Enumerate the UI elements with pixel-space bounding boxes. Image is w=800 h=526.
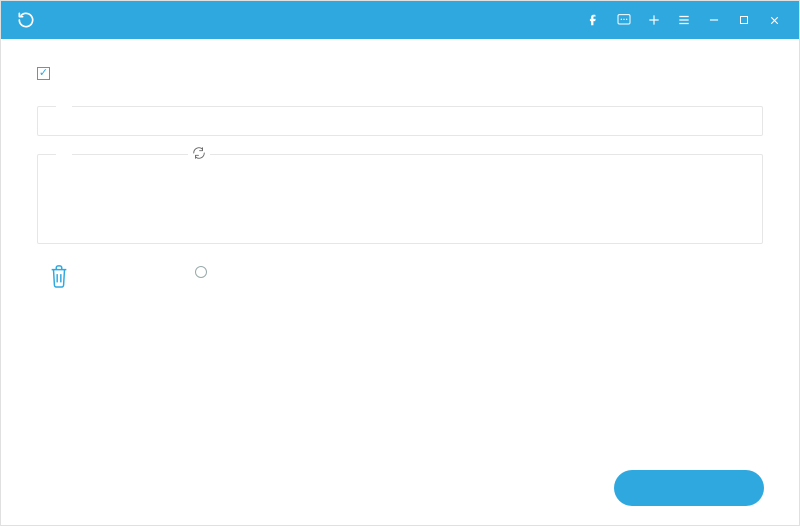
add-icon[interactable] bbox=[639, 1, 669, 39]
removable-section bbox=[37, 154, 763, 244]
app-logo-icon bbox=[15, 9, 37, 31]
menu-icon[interactable] bbox=[669, 1, 699, 39]
minimize-button[interactable] bbox=[699, 1, 729, 39]
recycle-bin-option[interactable] bbox=[37, 262, 207, 290]
close-button[interactable] bbox=[759, 1, 789, 39]
trash-icon bbox=[47, 262, 71, 290]
maximize-button[interactable] bbox=[729, 1, 759, 39]
check-all-checkbox[interactable] bbox=[37, 67, 50, 80]
removable-empty bbox=[52, 169, 748, 229]
facebook-icon[interactable] bbox=[579, 1, 609, 39]
recycle-bin-radio[interactable] bbox=[195, 266, 207, 278]
feedback-icon[interactable] bbox=[609, 1, 639, 39]
scan-button[interactable] bbox=[614, 470, 764, 506]
refresh-icon[interactable] bbox=[188, 146, 210, 163]
main-content bbox=[1, 39, 799, 290]
check-all-file-types[interactable] bbox=[37, 67, 763, 80]
hard-disk-section bbox=[37, 106, 763, 136]
titlebar bbox=[1, 1, 799, 39]
